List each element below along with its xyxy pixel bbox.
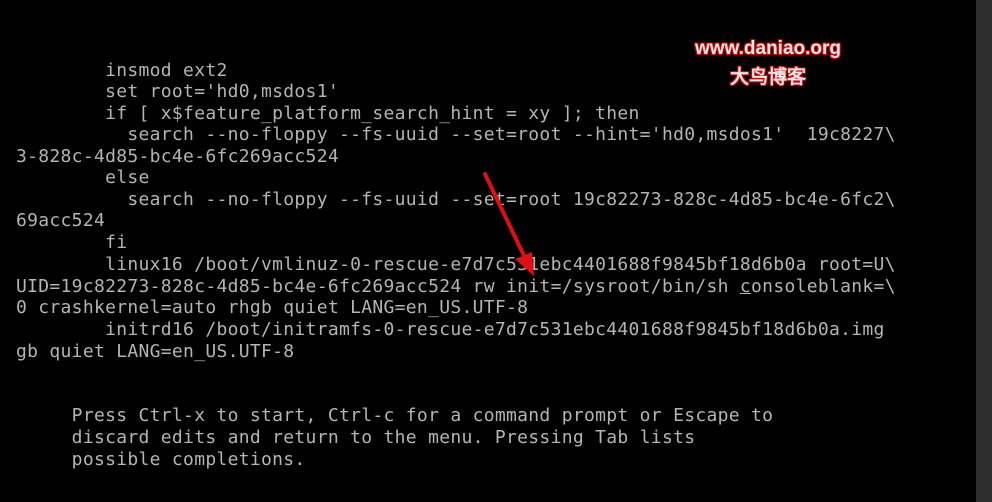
help-text-line: possible completions. xyxy=(16,449,306,470)
text-cursor: c xyxy=(739,276,752,297)
editor-line[interactable]: search --no-floppy --fs-uuid --set=root … xyxy=(16,124,896,145)
editor-line-with-cursor[interactable]: UID=19c82273-828c-4d85-bc4e-6fc269acc524… xyxy=(16,276,896,297)
editor-line[interactable]: set root='hd0,msdos1' xyxy=(16,81,339,102)
editor-line[interactable]: gb quiet LANG=en_US.UTF-8 xyxy=(16,341,294,362)
editor-line[interactable]: 3-828c-4d85-bc4e-6fc269acc524 xyxy=(16,146,339,167)
watermark: www.daniao.org 大鸟博客 xyxy=(678,38,858,89)
help-text-line: Press Ctrl-x to start, Ctrl-c for a comm… xyxy=(16,405,774,426)
editor-line-text: onsoleblank=\ xyxy=(751,276,896,297)
editor-line[interactable]: linux16 /boot/vmlinuz-0-rescue-e7d7c531e… xyxy=(16,254,896,275)
help-text-line: discard edits and return to the menu. Pr… xyxy=(16,427,696,448)
editor-line[interactable]: initrd16 /boot/initramfs-0-rescue-e7d7c5… xyxy=(16,319,885,340)
editor-line[interactable]: insmod ext2 xyxy=(16,60,228,81)
editor-line[interactable]: fi xyxy=(16,232,127,253)
watermark-name: 大鸟博客 xyxy=(729,66,806,88)
editor-line[interactable]: 0 crashkernel=auto rhgb quiet LANG=en_US… xyxy=(16,297,528,318)
editor-line[interactable]: if [ x$feature_platform_search_hint = xy… xyxy=(16,103,640,124)
screenshot: insmod ext2 set root='hd0,msdos1' if [ x… xyxy=(0,0,992,502)
editor-line[interactable]: else xyxy=(16,167,150,188)
watermark-url: www.daniao.org xyxy=(694,38,842,59)
editor-line[interactable]: search --no-floppy --fs-uuid --set=root … xyxy=(16,189,896,210)
editor-line-text: UID=19c82273-828c-4d85-bc4e-6fc269acc524… xyxy=(16,276,740,297)
window-edge xyxy=(976,0,992,502)
editor-line[interactable]: 69acc524 xyxy=(16,210,105,231)
grub-editor-console[interactable]: insmod ext2 set root='hd0,msdos1' if [ x… xyxy=(0,0,985,502)
